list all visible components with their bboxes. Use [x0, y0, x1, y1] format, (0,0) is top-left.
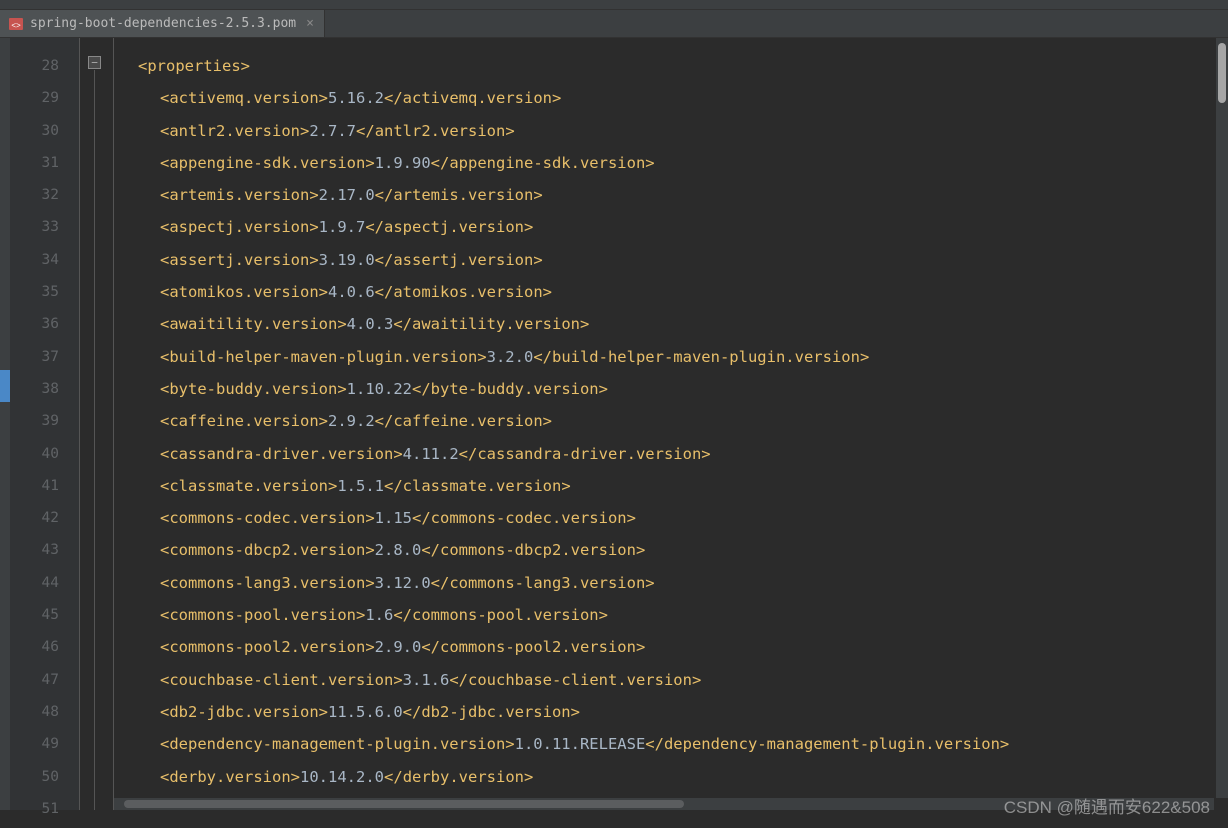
- line-number: 42: [10, 502, 59, 534]
- left-margin: [0, 38, 10, 810]
- code-line: <antlr2.version>2.7.7</antlr2.version>: [138, 115, 1228, 147]
- line-number: 34: [10, 244, 59, 276]
- vertical-scrollbar[interactable]: [1216, 38, 1228, 798]
- editor-area: 2829303132333435363738394041424344454647…: [0, 38, 1228, 810]
- code-line: <atomikos.version>4.0.6</atomikos.versio…: [138, 276, 1228, 308]
- line-number-gutter[interactable]: 2829303132333435363738394041424344454647…: [10, 38, 80, 810]
- line-number: 44: [10, 567, 59, 599]
- bottom-strip: [0, 810, 1228, 828]
- bookmark-marker[interactable]: [0, 370, 10, 402]
- line-number: 36: [10, 308, 59, 340]
- line-number: 39: [10, 405, 59, 437]
- line-number: 31: [10, 147, 59, 179]
- code-line: <artemis.version>2.17.0</artemis.version…: [138, 179, 1228, 211]
- code-line: <couchbase-client.version>3.1.6</couchba…: [138, 664, 1228, 696]
- line-number: 45: [10, 599, 59, 631]
- code-line: <properties>: [138, 50, 1228, 82]
- editor-tab-bar: <> spring-boot-dependencies-2.5.3.pom ×: [0, 10, 1228, 38]
- fold-column[interactable]: −: [80, 38, 114, 810]
- svg-text:<>: <>: [11, 21, 21, 30]
- line-number: 35: [10, 276, 59, 308]
- code-line: <commons-dbcp2.version>2.8.0</commons-db…: [138, 534, 1228, 566]
- line-number: 32: [10, 179, 59, 211]
- line-number: 38: [10, 373, 59, 405]
- code-content[interactable]: <properties><activemq.version>5.16.2</ac…: [114, 38, 1228, 810]
- line-number: 28: [10, 50, 59, 82]
- line-number: 37: [10, 341, 59, 373]
- fold-guide: [94, 70, 95, 810]
- fold-toggle-icon[interactable]: −: [88, 56, 101, 69]
- line-number: 41: [10, 470, 59, 502]
- horizontal-scrollbar[interactable]: [114, 798, 1214, 810]
- close-icon[interactable]: ×: [306, 16, 314, 31]
- line-number: 30: [10, 115, 59, 147]
- title-bar-strip: [0, 0, 1228, 10]
- code-line: <commons-lang3.version>3.12.0</commons-l…: [138, 567, 1228, 599]
- xml-file-icon: <>: [8, 16, 24, 32]
- code-line: <awaitility.version>4.0.3</awaitility.ve…: [138, 308, 1228, 340]
- code-line: <caffeine.version>2.9.2</caffeine.versio…: [138, 405, 1228, 437]
- code-line: <appengine-sdk.version>1.9.90</appengine…: [138, 147, 1228, 179]
- code-line: <commons-pool.version>1.6</commons-pool.…: [138, 599, 1228, 631]
- line-number: 40: [10, 438, 59, 470]
- code-line: <assertj.version>3.19.0</assertj.version…: [138, 244, 1228, 276]
- line-number: 48: [10, 696, 59, 728]
- line-number: 33: [10, 211, 59, 243]
- editor-tab[interactable]: <> spring-boot-dependencies-2.5.3.pom ×: [0, 10, 325, 37]
- line-number: 51: [10, 793, 59, 825]
- code-line: <dependency-management-plugin.version>1.…: [138, 728, 1228, 760]
- tab-filename: spring-boot-dependencies-2.5.3.pom: [30, 16, 296, 31]
- code-line: <cassandra-driver.version>4.11.2</cassan…: [138, 438, 1228, 470]
- code-line: <aspectj.version>1.9.7</aspectj.version>: [138, 211, 1228, 243]
- code-line: <classmate.version>1.5.1</classmate.vers…: [138, 470, 1228, 502]
- code-line: <activemq.version>5.16.2</activemq.versi…: [138, 82, 1228, 114]
- code-line: <byte-buddy.version>1.10.22</byte-buddy.…: [138, 373, 1228, 405]
- vertical-scroll-thumb[interactable]: [1218, 43, 1226, 103]
- line-number: 49: [10, 728, 59, 760]
- line-number: 47: [10, 664, 59, 696]
- horizontal-scroll-thumb[interactable]: [124, 800, 684, 808]
- code-line: <commons-pool2.version>2.9.0</commons-po…: [138, 631, 1228, 663]
- code-line: <commons-codec.version>1.15</commons-cod…: [138, 502, 1228, 534]
- code-line: <derby.version>10.14.2.0</derby.version>: [138, 761, 1228, 793]
- code-line: <db2-jdbc.version>11.5.6.0</db2-jdbc.ver…: [138, 696, 1228, 728]
- line-number: 43: [10, 534, 59, 566]
- line-number: 29: [10, 82, 59, 114]
- line-number: 50: [10, 761, 59, 793]
- line-number: 46: [10, 631, 59, 663]
- code-line: <build-helper-maven-plugin.version>3.2.0…: [138, 341, 1228, 373]
